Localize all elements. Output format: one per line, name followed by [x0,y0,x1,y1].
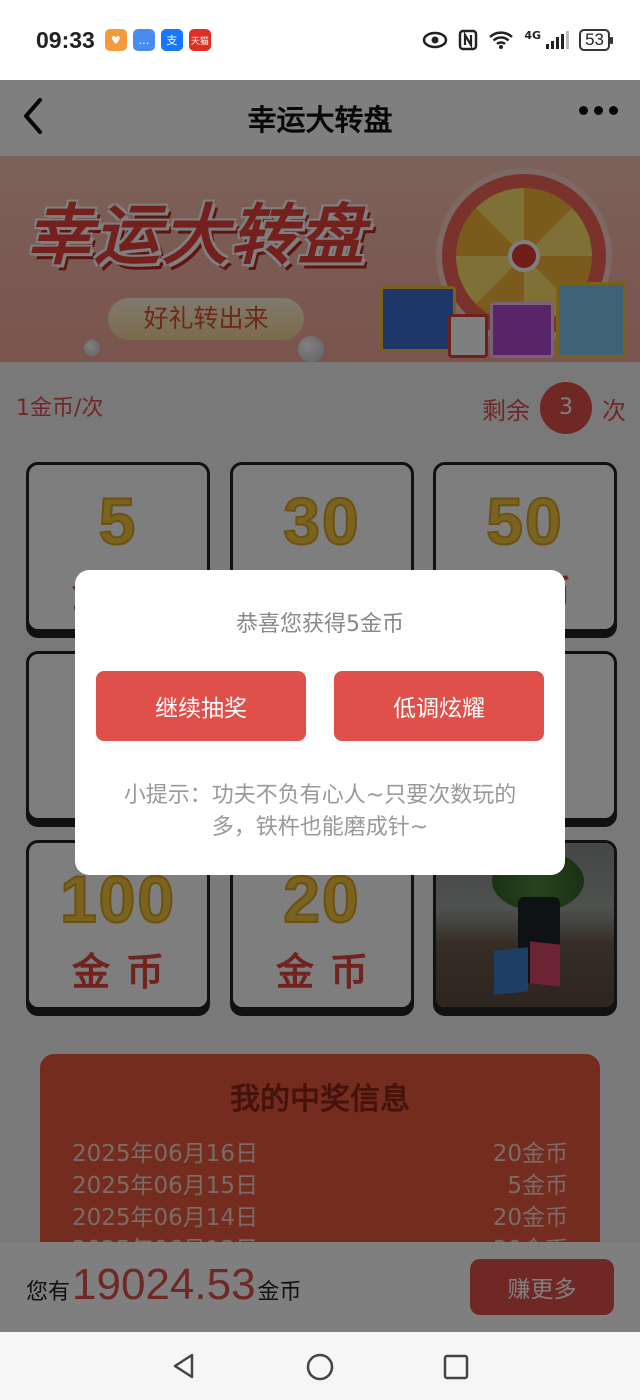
alipay-app-icon: 支 [160,29,183,51]
tmall-app-icon: 天猫 [188,29,211,51]
eye-icon [423,31,448,49]
show-off-button[interactable]: 低调炫耀 [334,671,544,741]
network-type: 4G [524,28,542,42]
status-indicators: 4G 53 [422,28,613,52]
signal-icon [546,31,570,49]
notification-icons: ♥ … 支 天猫 [104,29,211,51]
nfc-icon [459,29,478,51]
status-bar: 09:33 ♥ … 支 天猫 4G 53 [0,0,640,80]
prize-dialog: 恭喜您获得5金币 继续抽奖 低调炫耀 小提示：功夫不负有心人~只要次数玩的多，铁… [75,570,565,875]
battery-indicator: 53 [579,29,613,51]
continue-draw-button[interactable]: 继续抽奖 [96,671,306,741]
wifi-icon [489,31,514,49]
recents-square-icon[interactable] [442,1353,470,1381]
status-time: 09:33 [36,26,95,53]
heart-app-icon: ♥ [104,29,127,51]
home-circle-icon[interactable] [305,1352,335,1382]
dialog-title: 恭喜您获得5金币 [236,612,404,637]
dialog-tip: 小提示：功夫不负有心人~只要次数玩的多，铁杵也能磨成针~ [123,783,517,840]
system-navigation-bar [0,1332,640,1400]
message-app-icon: … [132,29,155,51]
back-triangle-icon[interactable] [170,1352,198,1380]
